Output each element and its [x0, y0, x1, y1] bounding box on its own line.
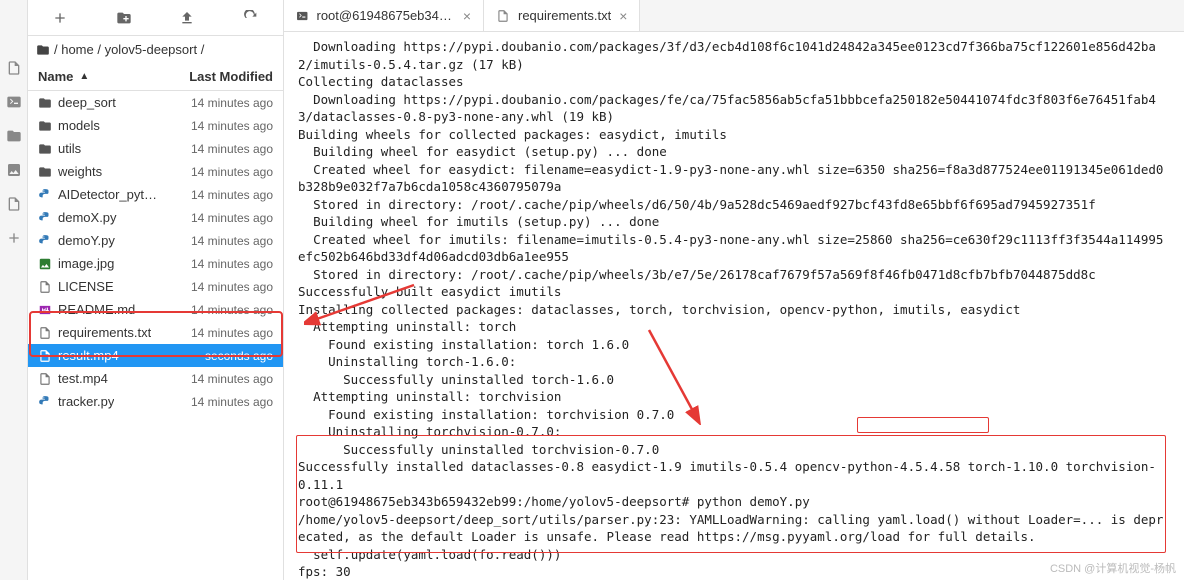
file-name-text: models	[58, 118, 100, 133]
file-row[interactable]: utils 14 minutes ago	[28, 137, 283, 160]
nav-icon-4[interactable]	[6, 162, 22, 178]
file-row[interactable]: tracker.py 14 minutes ago	[28, 390, 283, 413]
new-folder-icon[interactable]	[116, 10, 132, 26]
file-name-text: demoX.py	[58, 210, 117, 225]
file-toolbar	[28, 0, 283, 36]
nav-icon-3[interactable]	[6, 128, 22, 144]
file-row[interactable]: demoY.py 14 minutes ago	[28, 229, 283, 252]
file-modified: 14 minutes ago	[191, 280, 273, 294]
breadcrumb-path: / home / yolov5-deepsort /	[54, 42, 204, 57]
upload-icon[interactable]	[179, 10, 195, 26]
file-list: deep_sort 14 minutes ago models 14 minutes …	[28, 91, 283, 580]
nav-icon-1[interactable]	[6, 60, 22, 76]
python-icon	[38, 395, 52, 409]
file-modified: 14 minutes ago	[191, 211, 273, 225]
main-area: root@61948675eb343b65: × requirements.tx…	[284, 0, 1184, 580]
markdown-icon	[38, 303, 52, 317]
watermark: CSDN @计算机视觉-杨帆	[1050, 560, 1176, 576]
file-name-text: test.mp4	[58, 371, 108, 386]
terminal-output[interactable]: Downloading https://pypi.doubanio.com/pa…	[284, 32, 1184, 580]
new-file-icon[interactable]	[52, 10, 68, 26]
file-name-text: README.md	[58, 302, 135, 317]
file-name-text: LICENSE	[58, 279, 114, 294]
breadcrumb[interactable]: / home / yolov5-deepsort /	[28, 36, 283, 63]
file-browser: / home / yolov5-deepsort / Name ▲ Last M…	[28, 0, 284, 580]
file-modified: 14 minutes ago	[191, 96, 273, 110]
file-row[interactable]: requirements.txt 14 minutes ago	[28, 321, 283, 344]
close-icon[interactable]: ×	[463, 8, 471, 24]
python-icon	[38, 234, 52, 248]
activity-bar	[0, 0, 28, 580]
file-icon	[496, 9, 510, 23]
file-row[interactable]: AIDetector_pyt… 14 minutes ago	[28, 183, 283, 206]
folder-icon	[38, 142, 52, 156]
file-modified: 14 minutes ago	[191, 395, 273, 409]
file-modified: 14 minutes ago	[191, 257, 273, 271]
file-row[interactable]: result.mp4 seconds ago	[28, 344, 283, 367]
file-name-text: result.mp4	[58, 348, 119, 363]
file-name-text: AIDetector_pyt…	[58, 187, 157, 202]
file-modified: 14 minutes ago	[191, 372, 273, 386]
file-name-text: deep_sort	[58, 95, 116, 110]
tab-requirements[interactable]: requirements.txt ×	[484, 0, 640, 31]
file-name-text: requirements.txt	[58, 325, 151, 340]
file-icon	[38, 349, 52, 363]
file-row[interactable]: demoX.py 14 minutes ago	[28, 206, 283, 229]
file-modified: 14 minutes ago	[191, 188, 273, 202]
file-row[interactable]: weights 14 minutes ago	[28, 160, 283, 183]
file-modified: 14 minutes ago	[191, 119, 273, 133]
tab-label: requirements.txt	[518, 8, 611, 23]
file-row[interactable]: LICENSE 14 minutes ago	[28, 275, 283, 298]
file-modified: 14 minutes ago	[191, 303, 273, 317]
nav-icon-2[interactable]	[6, 94, 22, 110]
file-row[interactable]: README.md 14 minutes ago	[28, 298, 283, 321]
nav-icon-5[interactable]	[6, 196, 22, 212]
column-name[interactable]: Name ▲	[38, 69, 89, 84]
python-icon	[38, 211, 52, 225]
refresh-icon[interactable]	[243, 10, 259, 26]
folder-icon	[38, 119, 52, 133]
image-icon	[38, 257, 52, 271]
column-modified[interactable]: Last Modified	[189, 69, 273, 84]
folder-icon	[38, 165, 52, 179]
folder-icon	[36, 43, 50, 57]
tab-label: root@61948675eb343b65:	[317, 8, 455, 23]
terminal-icon	[296, 9, 309, 23]
file-modified: 14 minutes ago	[191, 234, 273, 248]
file-name-text: image.jpg	[58, 256, 114, 271]
folder-icon	[38, 96, 52, 110]
tab-bar: root@61948675eb343b65: × requirements.tx…	[284, 0, 1184, 32]
file-list-header: Name ▲ Last Modified	[28, 63, 283, 91]
file-row[interactable]: deep_sort 14 minutes ago	[28, 91, 283, 114]
file-name-text: weights	[58, 164, 102, 179]
file-modified: 14 minutes ago	[191, 142, 273, 156]
file-name-text: tracker.py	[58, 394, 114, 409]
file-row[interactable]: test.mp4 14 minutes ago	[28, 367, 283, 390]
file-modified: 14 minutes ago	[191, 326, 273, 340]
file-icon	[38, 280, 52, 294]
file-modified: 14 minutes ago	[191, 165, 273, 179]
python-icon	[38, 188, 52, 202]
file-name-text: utils	[58, 141, 81, 156]
file-row[interactable]: image.jpg 14 minutes ago	[28, 252, 283, 275]
tab-terminal[interactable]: root@61948675eb343b65: ×	[284, 0, 484, 31]
file-row[interactable]: models 14 minutes ago	[28, 114, 283, 137]
nav-icon-6[interactable]	[6, 230, 22, 246]
file-icon	[38, 326, 52, 340]
file-name-text: demoY.py	[58, 233, 115, 248]
close-icon[interactable]: ×	[619, 8, 627, 24]
file-modified: seconds ago	[205, 349, 273, 363]
file-icon	[38, 372, 52, 386]
